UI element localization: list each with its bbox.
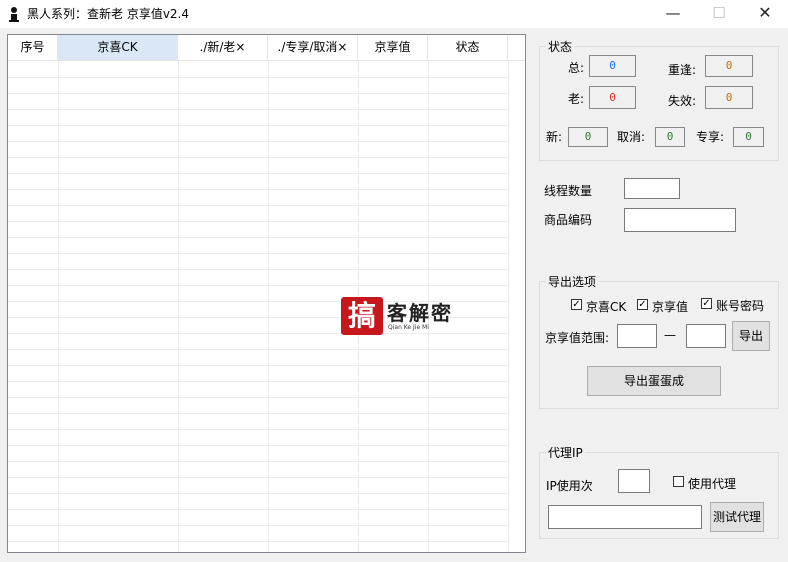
checkbox-label: 京享值 [652, 300, 689, 314]
checkbox-label: 账号密码 [716, 299, 765, 313]
app-person-icon [9, 7, 19, 22]
range-to-input[interactable] [686, 324, 726, 348]
grid-column-line [178, 61, 179, 552]
checkbox-check-icon: ✓ [637, 299, 648, 310]
proxy-address-input[interactable] [548, 505, 702, 529]
grid-row-line [8, 189, 508, 190]
new-count: 0 [568, 127, 608, 147]
repeat-label: 重逢: [668, 63, 697, 77]
grid-row-line [8, 253, 508, 254]
grid-row-line [8, 285, 508, 286]
grid-row-line [8, 445, 508, 446]
grid-row-line [8, 125, 508, 126]
grid-column-line [268, 61, 269, 552]
column-header-jingxi-ck[interactable]: 京喜CK [58, 35, 178, 60]
title-bar: 黑人系列：查新老 京享值v2.4 — ☐ ✕ [0, 0, 788, 28]
grid-row-line [8, 429, 508, 430]
grid-row-line [8, 237, 508, 238]
grid-row-line [8, 221, 508, 222]
column-header-new-old[interactable]: ./新/老× [178, 35, 268, 60]
grid-row-line [8, 349, 508, 350]
checkbox-check-icon: ✓ [701, 298, 712, 309]
results-grid[interactable]: 序号 京喜CK ./新/老× ./专享/取消× 京享值 状态 搞 客解密 Qia… [7, 34, 526, 553]
ip-uses-label: IP使用次 [546, 479, 593, 493]
checkbox-box [673, 476, 684, 487]
grid-row-line [8, 93, 508, 94]
grid-row-line [8, 157, 508, 158]
test-proxy-button[interactable]: 测试代理 [710, 502, 764, 532]
column-header-exclusive-cancel[interactable]: ./专享/取消× [268, 35, 358, 60]
status-group-title: 状态 [546, 38, 575, 55]
grid-row-line [8, 477, 508, 478]
maximize-button[interactable]: ☐ [696, 0, 742, 28]
product-code-label: 商品编码 [544, 213, 593, 227]
range-dash: — [664, 328, 676, 342]
checkbox-label: 使用代理 [688, 477, 737, 491]
grid-row-line [8, 381, 508, 382]
cancel-label: 取消: [617, 130, 646, 144]
ip-uses-input[interactable] [618, 469, 650, 493]
window-title: 黑人系列：查新老 京享值v2.4 [27, 7, 190, 21]
export-egg-button[interactable]: 导出蛋蛋成 [587, 366, 721, 396]
exclusive-count: 0 [733, 127, 764, 147]
grid-row-line [8, 173, 508, 174]
grid-row-line [8, 413, 508, 414]
grid-row-line [8, 205, 508, 206]
grid-row-line [8, 397, 508, 398]
checkbox-check-icon: ✓ [571, 299, 582, 310]
fail-label: 失效: [668, 94, 697, 108]
watermark-seal: 搞 [341, 297, 383, 335]
product-code-input[interactable] [624, 208, 736, 232]
export-button[interactable]: 导出 [732, 321, 770, 351]
grid-row-line [8, 525, 508, 526]
range-from-input[interactable] [617, 324, 657, 348]
export-options-title: 导出选项 [546, 273, 599, 290]
grid-row-line [8, 269, 508, 270]
proxy-ip-title: 代理IP [546, 444, 585, 461]
fail-count: 0 [705, 86, 753, 109]
grid-column-line [58, 61, 59, 552]
grid-row-line [8, 541, 508, 542]
jingxiang-range-label: 京享值范围: [545, 331, 610, 345]
new-label: 新: [546, 130, 563, 144]
watermark-subtext: Qian Ke Jie Mi [388, 324, 429, 331]
close-button[interactable]: ✕ [742, 0, 788, 28]
cancel-count: 0 [655, 127, 685, 147]
grid-column-line [508, 61, 509, 552]
minimize-button[interactable]: — [650, 0, 696, 28]
column-header-jingxiang-value[interactable]: 京享值 [358, 35, 428, 60]
grid-row-line [8, 141, 508, 142]
grid-row-line [8, 365, 508, 366]
threads-label: 线程数量 [544, 184, 593, 198]
watermark-logo: 搞 客解密 Qian Ke Jie Mi [341, 297, 471, 337]
grid-row-line [8, 509, 508, 510]
old-count: 0 [589, 86, 636, 109]
total-label: 总: [568, 61, 585, 75]
grid-row-line [8, 77, 508, 78]
column-header-index[interactable]: 序号 [8, 35, 58, 60]
exclusive-label: 专享: [696, 130, 725, 144]
grid-row-line [8, 493, 508, 494]
old-label: 老: [568, 92, 585, 106]
checkbox-label: 京喜CK [586, 300, 627, 314]
grid-header: 序号 京喜CK ./新/老× ./专享/取消× 京享值 状态 [8, 35, 525, 61]
total-count: 0 [589, 55, 636, 77]
grid-row-line [8, 109, 508, 110]
threads-input[interactable] [624, 178, 680, 199]
watermark-text: 客解密 [387, 301, 453, 325]
repeat-count: 0 [705, 55, 753, 77]
column-header-status[interactable]: 状态 [428, 35, 508, 60]
grid-row-line [8, 461, 508, 462]
